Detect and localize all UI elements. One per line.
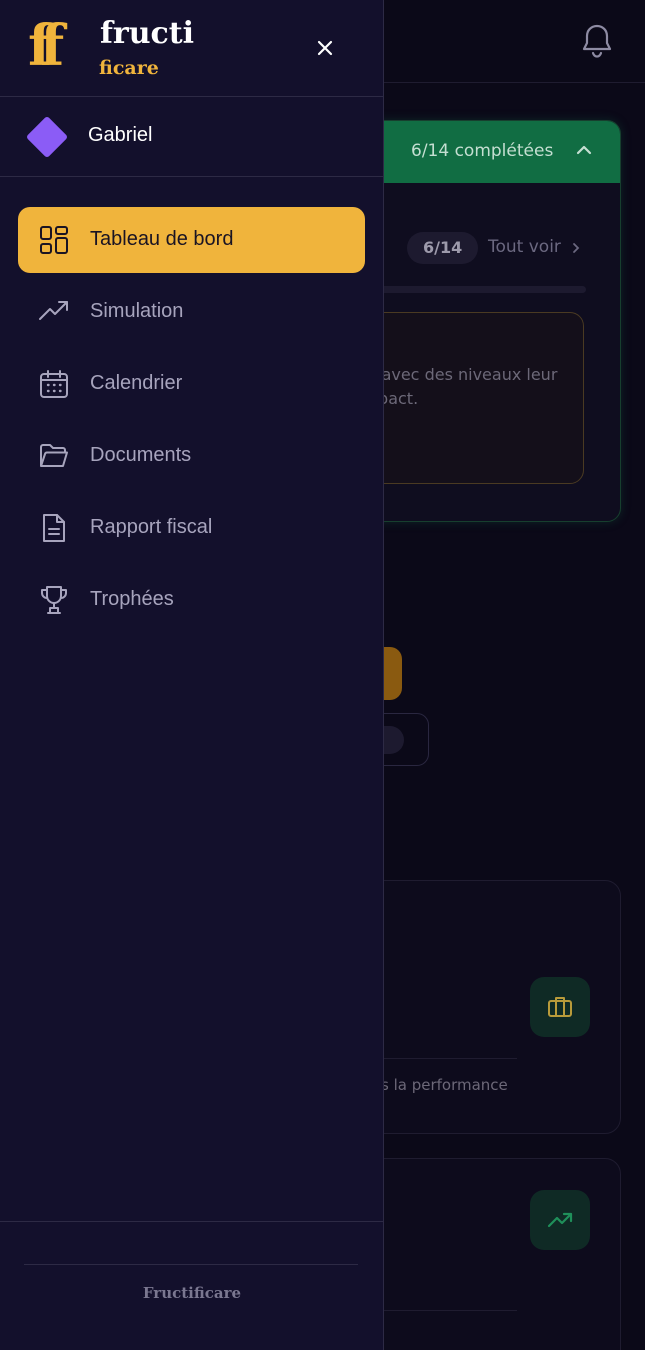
folder-open-icon [40, 444, 68, 467]
footer-brand: Fructificare [142, 1284, 242, 1302]
stat-card-caption: s la performance [381, 1076, 508, 1094]
sidebar-item-label: Documents [90, 444, 192, 466]
calendar-icon [40, 370, 68, 398]
challenge-description: ns avec des niveaux leur impact. [358, 365, 558, 408]
avatar [25, 115, 69, 159]
divider [0, 176, 383, 177]
sidebar-item-simulation[interactable]: Simulation [18, 279, 365, 345]
sidebar-item-label: Rapport fiscal [90, 516, 213, 538]
close-icon[interactable] [310, 33, 340, 63]
dashboard-grid-icon [40, 226, 68, 254]
trending-up-icon [530, 1190, 590, 1250]
chevron-up-icon[interactable] [575, 141, 593, 159]
chevron-right-icon [573, 243, 580, 253]
count-badge: 6/14 [407, 232, 479, 264]
divider [0, 1221, 383, 1222]
completed-count-text: 6/14 complétées [411, 141, 554, 161]
sidebar-item-calendrier[interactable]: Calendrier [18, 351, 365, 417]
user-name: Gabriel [88, 124, 153, 146]
footer-divider [24, 1264, 358, 1265]
sidebar-item-label: Simulation [90, 300, 184, 322]
file-text-icon [43, 514, 65, 542]
sidebar-item-rapport-fiscal[interactable]: Rapport fiscal [18, 495, 365, 561]
sidebar-item-label: Trophées [90, 588, 174, 610]
sidebar-item-tableau-de-bord[interactable]: Tableau de bord [18, 207, 365, 273]
sidebar-item-label: Tableau de bord [90, 228, 234, 250]
sidebar-drawer: ff fructi ficare Gabriel Tableau de bord… [0, 0, 384, 1350]
logo-mark: ff [28, 13, 64, 79]
sidebar-item-label: Calendrier [90, 372, 183, 394]
sidebar-item-trophees[interactable]: Trophées [18, 567, 365, 633]
sidebar-nav: Tableau de bord Simulation Calendrier Do… [18, 207, 365, 639]
trending-up-icon [39, 301, 68, 320]
divider [0, 96, 383, 97]
logo-text-top: fructi [100, 16, 195, 51]
see-all-link[interactable]: Tout voir [488, 237, 561, 257]
sidebar-item-documents[interactable]: Documents [18, 423, 365, 489]
app-logo[interactable]: ff fructi ficare [28, 13, 228, 79]
logo-text-bottom: ficare [99, 57, 159, 79]
bell-icon[interactable] [578, 22, 616, 62]
briefcase-icon [530, 977, 590, 1037]
trophy-icon [41, 586, 67, 614]
